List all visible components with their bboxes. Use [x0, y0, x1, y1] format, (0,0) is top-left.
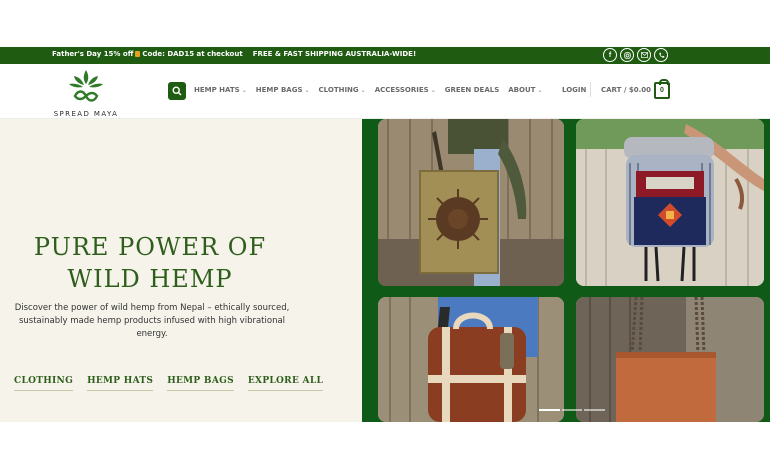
hero-title: PURE POWER OF WILD HEMP — [0, 231, 300, 295]
site-header: SPREAD MAYA HEMP HATS ⌄ HEMP BAGS ⌄ CLOTHI… — [0, 64, 770, 119]
chevron-down-icon: ⌄ — [430, 86, 436, 94]
shipping-notice: FREE & FAST SHIPPING AUSTRALIA-WIDE! — [252, 50, 417, 58]
nav-item-hemp-hats[interactable]: HEMP HATS ⌄ — [194, 86, 247, 94]
nav-label: ABOUT — [508, 86, 536, 94]
tag-icon — [135, 51, 141, 57]
nav-item-about[interactable]: ABOUT ⌄ — [508, 86, 542, 94]
instagram-icon[interactable] — [620, 48, 634, 62]
hero-link-clothing[interactable]: CLOTHING — [14, 376, 74, 391]
search-button[interactable] — [168, 82, 186, 100]
login-link[interactable]: LOGIN — [562, 86, 586, 94]
hero-description: Discover the power of wild hemp from Nep… — [14, 303, 290, 339]
mandala-backpack-photo[interactable] — [576, 119, 764, 286]
site-logo[interactable]: SPREAD MAYA — [50, 64, 122, 119]
search-icon — [172, 86, 182, 96]
hemp-leaf-logo-icon — [69, 70, 103, 102]
facebook-icon[interactable]: f — [603, 48, 617, 62]
chevron-down-icon: ⌄ — [360, 86, 366, 94]
nav-label: CLOTHING — [318, 86, 359, 94]
promo-discount: Father's Day 15% off — [52, 50, 134, 58]
chevron-down-icon: ⌄ — [241, 86, 247, 94]
nav-item-green-deals[interactable]: GREEN DEALS — [445, 86, 500, 94]
cart-count: 0 — [660, 87, 664, 94]
hero-link-hemp-hats[interactable]: HEMP HATS — [87, 376, 154, 391]
promo-text: Father's Day 15% off Code: DAD15 at check… — [52, 50, 416, 58]
email-icon[interactable] — [637, 48, 651, 62]
cart-icon[interactable]: 0 — [654, 79, 670, 99]
nav-label: HEMP HATS — [194, 86, 240, 94]
hero-title-line-1: PURE POWER OF — [33, 233, 267, 261]
nav-item-accessories[interactable]: ACCESSORIES ⌄ — [375, 86, 436, 94]
hero-category-links: CLOTHING HEMP HATS HEMP BAGS EXPLORE ALL — [14, 376, 324, 391]
page: Father's Day 15% off Code: DAD15 at check… — [0, 0, 770, 470]
slider-dot[interactable] — [561, 409, 583, 411]
hero-title-line-2: WILD HEMP — [67, 265, 233, 293]
brand-name: SPREAD MAYA — [53, 110, 119, 118]
chevron-down-icon: ⌄ — [304, 86, 310, 94]
hero-link-hemp-bags[interactable]: HEMP BAGS — [167, 376, 234, 391]
olive-sun-tote-bag-photo[interactable] — [378, 119, 564, 286]
nav-divider — [590, 82, 591, 97]
nav-label: GREEN DEALS — [444, 86, 500, 94]
promo-bar: Father's Day 15% off Code: DAD15 at check… — [0, 47, 770, 64]
nav-item-hemp-bags[interactable]: HEMP BAGS ⌄ — [256, 86, 310, 94]
nav-label: HEMP BAGS — [255, 86, 303, 94]
hero-link-explore-all[interactable]: EXPLORE ALL — [247, 376, 324, 391]
slider-dot[interactable] — [539, 409, 560, 411]
page-below-hero — [0, 422, 770, 470]
chevron-down-icon: ⌄ — [537, 86, 543, 94]
phone-icon[interactable] — [654, 48, 668, 62]
main-nav: HEMP HATS ⌄ HEMP BAGS ⌄ CLOTHING ⌄ ACCESSOR… — [194, 86, 542, 94]
slider-dot[interactable] — [584, 409, 606, 411]
social-links: f — [603, 48, 668, 62]
hero-text-panel: PURE POWER OF WILD HEMP Discover the pow… — [0, 119, 362, 422]
striped-hemp-backpack-photo[interactable] — [378, 297, 564, 422]
rust-hemp-tote-photo[interactable] — [576, 297, 764, 422]
cart-link[interactable]: CART / $0.00 — [601, 86, 651, 94]
account-nav: LOGIN — [562, 82, 591, 97]
nav-item-clothing[interactable]: CLOTHING ⌄ — [319, 86, 366, 94]
nav-label: ACCESSORIES — [374, 86, 429, 94]
hero-slider-indicator — [539, 409, 606, 412]
promo-code: Code: DAD15 at checkout — [142, 50, 243, 58]
